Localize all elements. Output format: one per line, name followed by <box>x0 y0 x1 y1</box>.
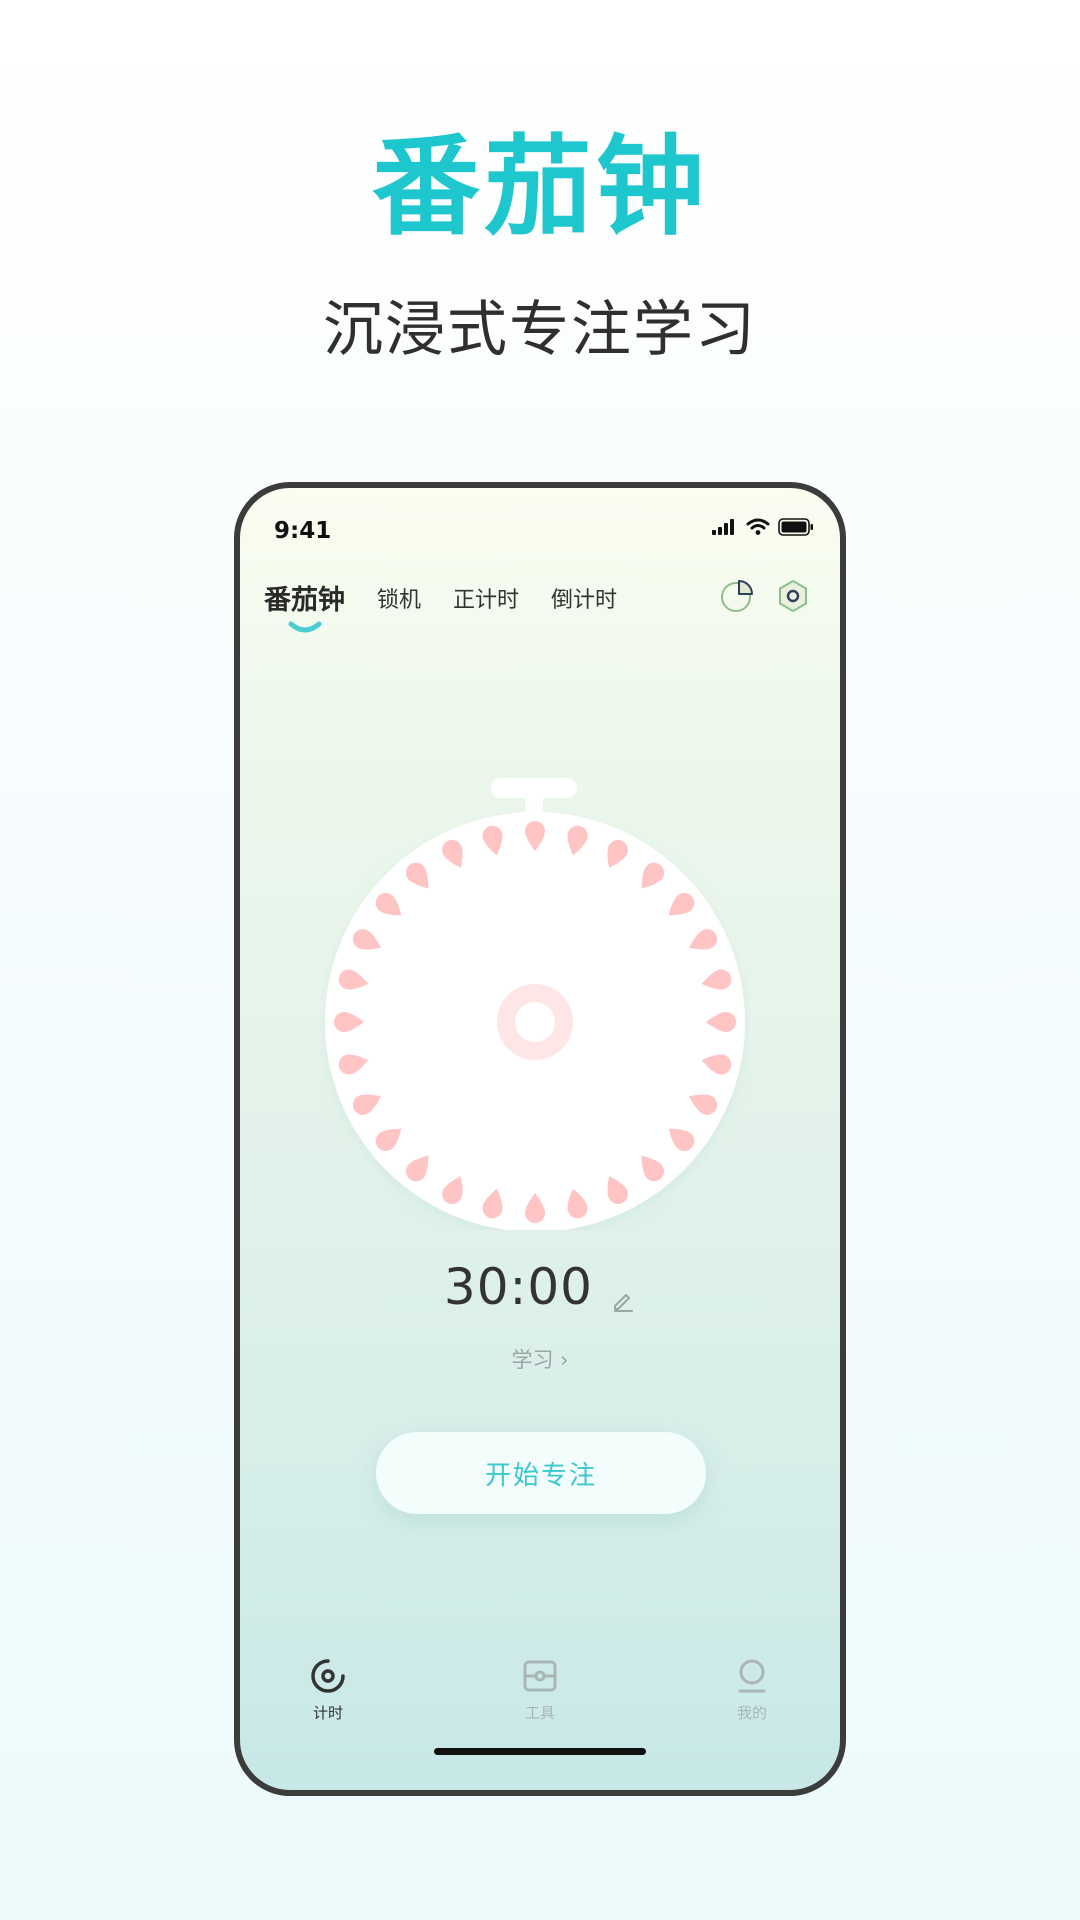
start-focus-button[interactable]: 开始专注 <box>376 1432 706 1514</box>
tab-label: 正计时 <box>453 588 520 613</box>
profile-icon <box>738 1659 766 1693</box>
home-indicator <box>434 1748 646 1755</box>
tab-count-up[interactable]: 正计时 <box>453 586 519 616</box>
settings-hex-icon[interactable] <box>775 578 811 614</box>
status-time: 9:41 <box>274 518 332 544</box>
tab-pomodoro[interactable]: 番茄钟 <box>264 585 345 633</box>
timer-row: 30:00 <box>240 1258 840 1316</box>
dial-face <box>325 812 745 1232</box>
nav-item-profile[interactable]: 我的 <box>702 1656 802 1723</box>
edit-pencil-icon[interactable] <box>610 1287 636 1313</box>
mode-tabs: 番茄钟 锁机 正计时 倒计时 <box>264 585 649 633</box>
focus-category-selector[interactable]: 学习 › <box>240 1344 840 1374</box>
nav-label: 工具 <box>524 1704 555 1722</box>
hero-subtitle: 沉浸式专注学习 <box>323 295 757 365</box>
nav-item-timer[interactable]: 计时 <box>278 1656 378 1723</box>
nav-item-tools[interactable]: 工具 <box>490 1656 590 1723</box>
tab-countdown[interactable]: 倒计时 <box>551 586 617 616</box>
phone-frame: 9:41 番茄钟 锁机 正计时 倒计时 30:00 学习 › 开始专注 计时 工… <box>234 482 846 1796</box>
timer-display: 30:00 <box>443 1258 593 1316</box>
nav-label: 我的 <box>736 1704 767 1722</box>
statistics-pie-icon[interactable] <box>720 578 756 614</box>
tab-label: 番茄钟 <box>264 585 345 616</box>
tab-lock[interactable]: 锁机 <box>377 586 421 616</box>
status-icons <box>712 518 814 536</box>
timer-icon <box>311 1659 345 1693</box>
app-screen: 9:41 番茄钟 锁机 正计时 倒计时 30:00 学习 › 开始专注 计时 工… <box>240 488 840 1790</box>
cellular-signal-icon <box>712 519 734 535</box>
wifi-icon <box>746 518 770 535</box>
dial-graphic <box>325 778 745 1232</box>
toolbox-icon <box>523 1660 557 1692</box>
hero-title: 番茄钟 <box>371 125 708 250</box>
tab-label: 锁机 <box>377 588 422 613</box>
battery-icon <box>778 518 813 536</box>
nav-label: 计时 <box>312 1704 343 1722</box>
pomodoro-dial[interactable] <box>320 760 750 1232</box>
active-tab-indicator <box>288 621 321 633</box>
tab-label: 倒计时 <box>551 588 618 613</box>
